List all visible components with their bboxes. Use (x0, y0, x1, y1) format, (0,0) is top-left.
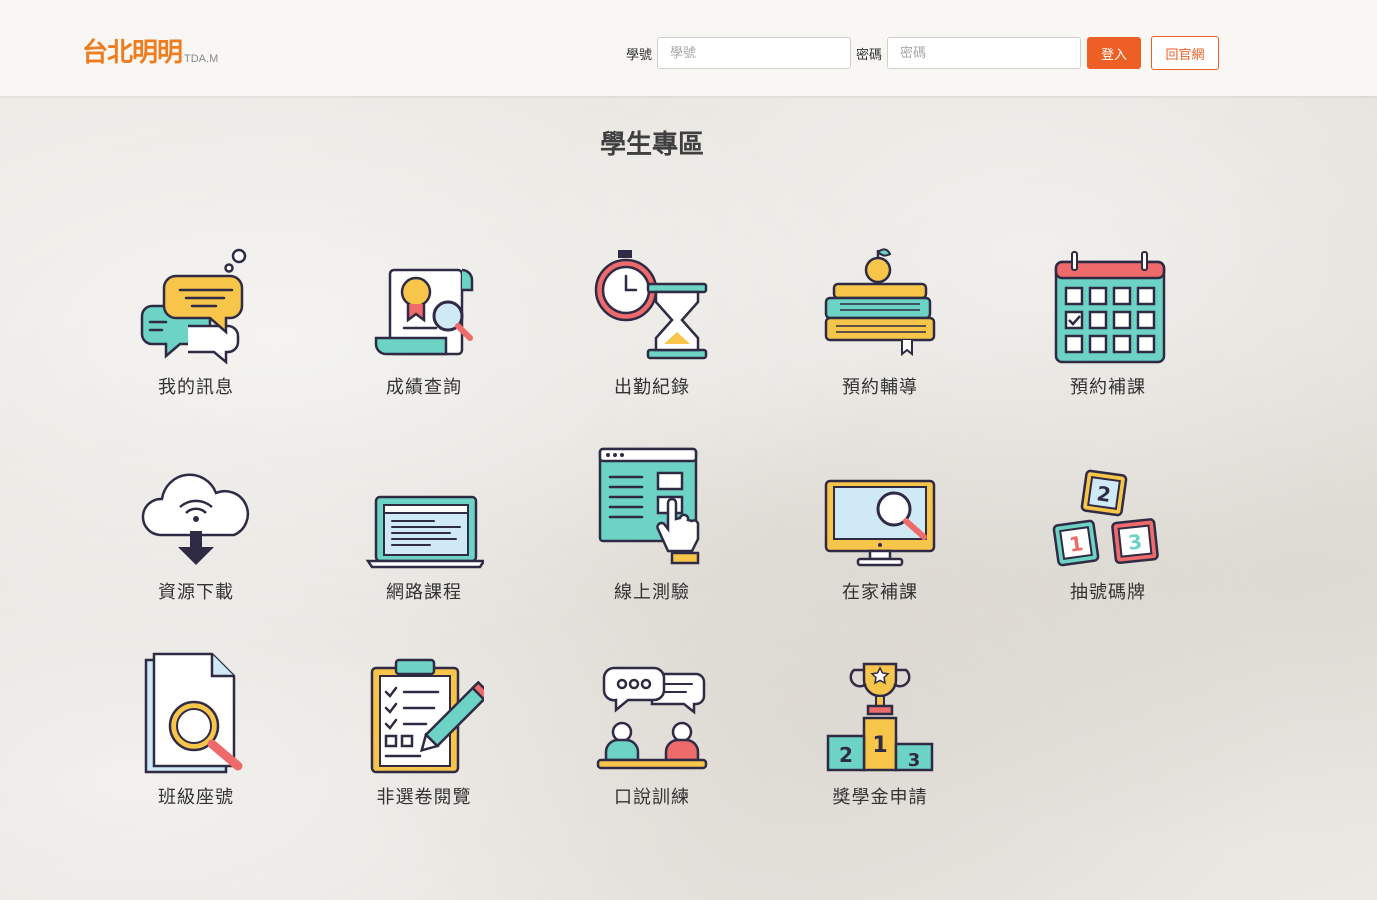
tile-label: 非選卷閱覽 (376, 787, 472, 808)
password-input[interactable] (887, 37, 1082, 69)
online-test-window-icon (598, 447, 700, 565)
tile-label: 出勤紀錄 (614, 377, 690, 398)
login-button[interactable]: 登入 (1087, 37, 1142, 69)
tile-label: 成績查詢 (386, 377, 462, 398)
tile-label: 網路課程 (386, 582, 462, 603)
header: 台北明明 TDA.M 學號 密碼 登入 回官網 (0, 0, 1377, 96)
logo-subtext: TDA.M (184, 53, 219, 65)
tile-home-makeup[interactable]: 在家補課 (766, 425, 994, 605)
tile-scholarship[interactable]: 1 2 3 獎學金申請 (766, 630, 994, 810)
password-label: 密碼 (856, 47, 883, 63)
tile-queue-number[interactable]: 2 1 3 抽號碼牌 (994, 425, 1222, 605)
conversation-icon (596, 666, 708, 770)
tile-attendance[interactable]: 出勤紀錄 (538, 220, 766, 400)
calendar-icon (1054, 251, 1166, 364)
tile-label: 線上測驗 (614, 582, 690, 603)
svg-text:1: 1 (872, 733, 887, 758)
tile-label: 獎學金申請 (832, 787, 928, 808)
number-blocks-icon: 2 1 3 (1052, 469, 1159, 567)
laptop-icon (365, 495, 484, 569)
logo[interactable]: 台北明明 TDA.M (82, 38, 218, 68)
stopwatch-hourglass-icon (594, 250, 708, 360)
tile-label: 在家補課 (842, 582, 918, 603)
student-id-input[interactable] (657, 37, 852, 69)
tile-online-test[interactable]: 線上測驗 (538, 425, 766, 605)
tile-label: 預約輔導 (842, 377, 918, 398)
trophy-podium-icon: 1 2 3 (826, 662, 934, 772)
tile-label: 口說訓練 (614, 787, 690, 808)
books-apple-icon (824, 248, 936, 357)
tile-messages[interactable]: 我的訊息 (82, 220, 310, 400)
svg-text:3: 3 (1127, 529, 1143, 554)
tile-speaking-training[interactable]: 口說訓練 (538, 630, 766, 810)
tile-class-seat[interactable]: 班級座號 (82, 630, 310, 810)
svg-text:3: 3 (908, 750, 921, 771)
chat-bubbles-icon (140, 248, 247, 365)
tile-downloads[interactable]: 資源下載 (82, 425, 310, 605)
clipboard-pencil-icon (370, 658, 484, 774)
login-form: 學號 密碼 登入 回官網 (626, 36, 1220, 70)
tile-online-courses[interactable]: 網路課程 (310, 425, 538, 605)
monitor-search-icon (824, 479, 936, 567)
tile-label: 資源下載 (158, 582, 234, 603)
student-id-label: 學號 (626, 47, 653, 63)
tile-label: 我的訊息 (158, 377, 234, 398)
tile-label: 班級座號 (158, 787, 234, 808)
tile-makeup-booking[interactable]: 預約補課 (994, 220, 1222, 400)
tile-label: 預約補課 (1070, 377, 1146, 398)
certificate-search-icon (374, 268, 474, 356)
tile-written-exam-review[interactable]: 非選卷閱覽 (310, 630, 538, 810)
home-site-button[interactable]: 回官網 (1151, 36, 1220, 70)
logo-text: 台北明明 (82, 38, 183, 68)
tile-grades[interactable]: 成績查詢 (310, 220, 538, 400)
tile-tutoring[interactable]: 預約輔導 (766, 220, 994, 400)
page-title: 學生專區 (599, 130, 704, 160)
svg-text:2: 2 (839, 743, 853, 767)
document-search-icon (144, 652, 243, 774)
cloud-download-icon (141, 473, 250, 565)
tile-label: 抽號碼牌 (1070, 582, 1146, 603)
